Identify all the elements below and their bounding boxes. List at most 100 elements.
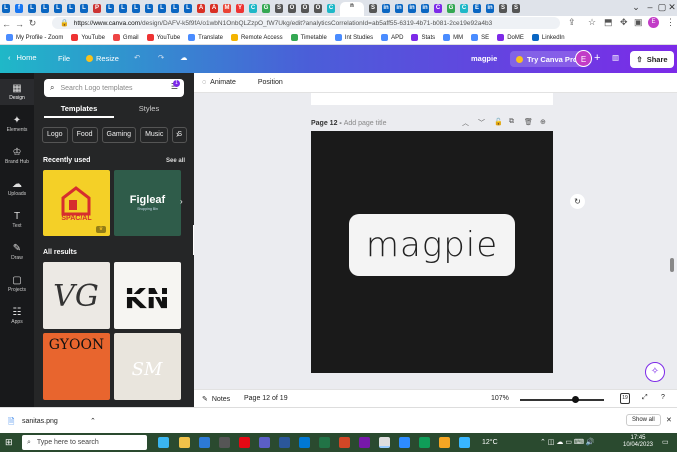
browser-tab-11[interactable]: L [145,3,153,13]
browser-tab-12[interactable]: L [158,3,166,13]
browser-tab-25[interactable]: C [327,3,335,13]
page-title-input[interactable]: Add page title [344,120,387,127]
browser-tab-24[interactable]: O [314,3,322,13]
browser-tab-22[interactable]: O [288,3,296,13]
bookmark-item[interactable]: Translate [188,34,223,41]
browser-tab-6[interactable]: L [80,3,88,13]
bookmark-item[interactable]: Int Studies [334,34,373,41]
browser-tab-26[interactable]: n [340,2,364,16]
app-icon-2[interactable] [459,437,470,448]
duplicate-page-icon[interactable]: ⧉ [509,118,514,126]
refresh-magic-icon[interactable]: ↻ [570,194,585,209]
browser-tab-20[interactable]: G [262,3,270,13]
task-view-icon[interactable] [158,437,169,448]
close-download-bar-icon[interactable]: ✕ [666,416,672,424]
magpie-logo[interactable]: magpie [349,214,515,276]
show-all-button[interactable]: Show all [626,414,661,426]
result-template-vg[interactable]: VG [43,262,110,329]
carousel-next-icon[interactable]: › [180,197,183,206]
user-avatar[interactable]: E [575,50,592,67]
file-explorer-icon[interactable] [179,437,190,448]
bookmark-item[interactable]: MM [443,34,463,41]
bookmark-item[interactable]: Gmail [112,34,139,41]
design-page-canvas[interactable]: magpie ↻ [311,131,585,373]
teams-icon[interactable] [259,437,270,448]
redo-icon[interactable]: ↷ [158,53,164,62]
help-icon[interactable]: ? [661,394,665,401]
tray-icons[interactable]: ⌃ ◫ ☁ ▭ ⌨ 🔊 [540,438,595,446]
try-canva-pro-button[interactable]: Try Canva Pro [510,51,584,67]
home-button[interactable]: ‹ Home [8,53,37,62]
result-template-kn[interactable]: KN [114,262,181,329]
browser-tab-27[interactable]: S [369,3,377,13]
category-chip[interactable]: S [172,127,188,143]
browser-tab-1[interactable]: f [15,3,23,13]
weather-temp[interactable]: 12°C [482,439,498,446]
add-page-icon[interactable]: ⊕ [540,118,546,126]
cloud-saved-icon[interactable]: ☁ [180,53,188,62]
rail-item-elements[interactable]: ✦ Elements [0,111,34,137]
browser-tab-19[interactable]: C [249,3,257,13]
bookmark-item[interactable]: YouTube [71,34,105,41]
browser-tab-18[interactable]: Y [236,3,244,13]
back-icon[interactable]: ← [0,19,13,29]
mail-icon[interactable] [199,437,210,448]
bookmark-item[interactable]: My Profile - Zoom [6,34,63,41]
insights-icon[interactable]: ▥ [612,53,619,62]
browser-tab-3[interactable]: L [41,3,49,13]
tab-templates[interactable]: Templates [44,104,114,118]
share-button[interactable]: ⇧ Share [630,51,674,68]
rail-item-projects[interactable]: ▢ Projects [0,271,34,297]
close-window-icon[interactable]: ✕ [666,2,677,13]
extension-icon[interactable]: ⬒ [604,17,613,28]
undo-icon[interactable]: ↶ [134,53,140,62]
category-chip[interactable]: Music [140,127,169,143]
notifications-icon[interactable]: ▭ [662,438,669,446]
filter-icon[interactable]: ☰1 [171,80,180,91]
clock[interactable]: 17:45 10/04/2023 [622,435,654,449]
magic-assistant-icon[interactable]: ✧ [645,362,665,382]
windows-start-icon[interactable]: ⊞ [5,437,13,448]
browser-tab-38[interactable]: S [512,3,520,13]
chrome-icon[interactable] [379,437,390,448]
zoom-slider-knob[interactable] [571,396,579,403]
browser-menu-icon[interactable]: ⋮ [666,17,675,28]
edge-icon[interactable] [419,437,430,448]
resize-button[interactable]: Resize [86,54,119,63]
browser-tab-33[interactable]: G [447,3,455,13]
browser-tab-8[interactable]: L [106,3,114,13]
download-file-name[interactable]: sanitas.png [22,418,58,425]
url-field[interactable]: 🔒 https://www.canva.com/design/DAFV-k5f9… [52,17,560,29]
zoom-app-icon[interactable] [399,437,410,448]
browser-tab-28[interactable]: in [382,3,390,13]
forward-icon[interactable]: → [13,19,26,29]
browser-tab-16[interactable]: A [210,3,218,13]
bookmark-item[interactable]: DoME [497,34,524,41]
download-chevron-icon[interactable]: ⌃ [90,417,96,425]
browser-tab-4[interactable]: L [54,3,62,13]
browser-tab-34[interactable]: C [460,3,468,13]
browser-tab-9[interactable]: L [119,3,127,13]
browser-tab-31[interactable]: in [421,3,429,13]
browser-tab-29[interactable]: in [395,3,403,13]
browser-tab-15[interactable]: A [197,3,205,13]
delete-page-icon[interactable]: 🗑 [524,118,533,126]
sidebar-icon[interactable]: ▣ [634,17,643,28]
position-button[interactable]: Position [258,79,283,86]
notes-button[interactable]: ✎ Notes [202,395,230,403]
recent-template-spacial[interactable]: SPAC/AL ♛ [43,170,110,236]
taskbar-search[interactable]: ⌕ Type here to search [22,435,147,450]
profile-avatar[interactable]: E [648,17,659,28]
browser-tab-7[interactable]: P [93,3,101,13]
category-chip[interactable]: Gaming [101,127,137,143]
move-page-down-icon[interactable]: ﹀ [478,118,485,128]
browser-tab-10[interactable]: L [132,3,140,13]
bookmark-item[interactable]: YouTube [146,34,180,41]
extensions-puzzle-icon[interactable]: ✥ [620,17,628,28]
browser-tab-14[interactable]: L [184,3,192,13]
tab-search-icon[interactable]: ⌄ [630,2,642,13]
browser-tab-2[interactable]: L [28,3,36,13]
browser-tab-13[interactable]: L [171,3,179,13]
animate-button[interactable]: ◌ Animate [202,79,236,86]
category-chip[interactable]: Logo [42,127,68,143]
